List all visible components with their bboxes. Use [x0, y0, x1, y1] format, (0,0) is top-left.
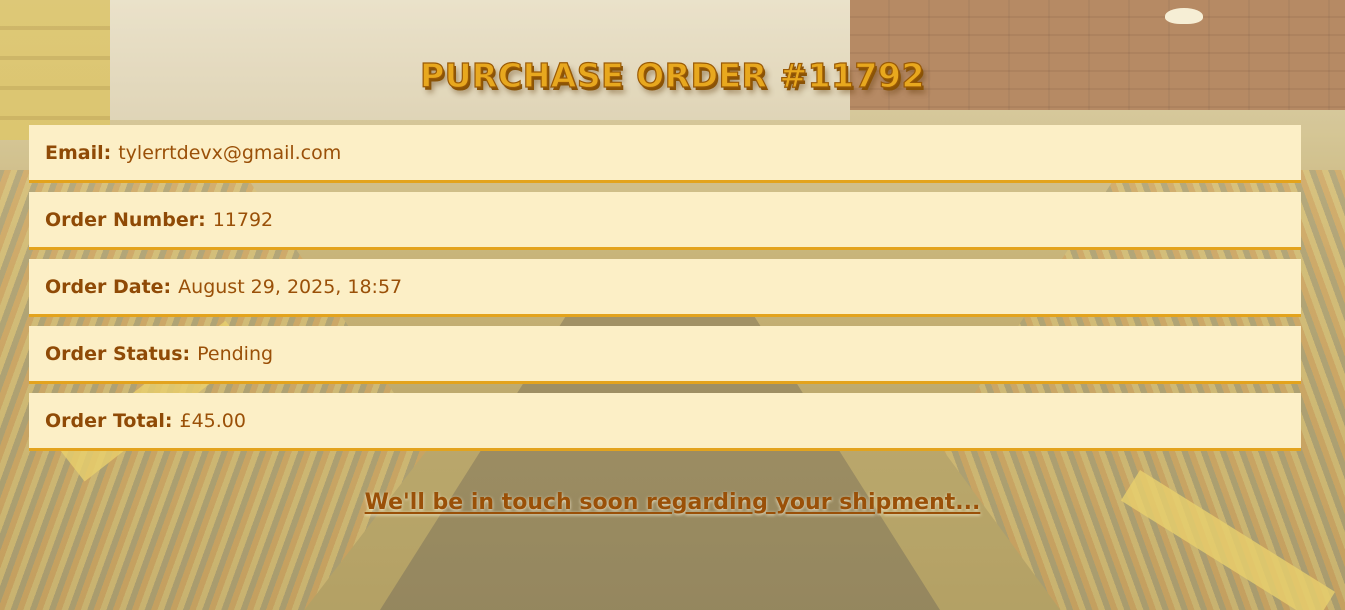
order-total-value: £45.00	[179, 409, 246, 432]
email-label: Email:	[45, 141, 112, 164]
shipment-message-link[interactable]: We'll be in touch soon regarding your sh…	[365, 490, 981, 515]
page-title: Purchase Order #11792	[419, 55, 925, 95]
footer: We'll be in touch soon regarding your sh…	[0, 490, 1345, 515]
order-row-email: Email: tylerrtdevx@gmail.com	[29, 125, 1301, 183]
order-date-value: August 29, 2025, 18:57	[178, 275, 403, 298]
order-status-value: Pending	[197, 342, 274, 365]
order-details: Email: tylerrtdevx@gmail.com Order Numbe…	[29, 125, 1301, 451]
order-number-label: Order Number:	[45, 208, 206, 231]
email-value: tylerrtdevx@gmail.com	[118, 141, 342, 164]
order-row-number: Order Number: 11792	[29, 192, 1301, 250]
order-total-label: Order Total:	[45, 409, 173, 432]
order-status-label: Order Status:	[45, 342, 191, 365]
order-row-status: Order Status: Pending	[29, 326, 1301, 384]
order-row-date: Order Date: August 29, 2025, 18:57	[29, 259, 1301, 317]
order-confirmation: Purchase Order #11792 Email: tylerrtdevx…	[0, 0, 1345, 610]
order-row-total: Order Total: £45.00	[29, 393, 1301, 451]
order-number-value: 11792	[212, 208, 274, 231]
order-date-label: Order Date:	[45, 275, 172, 298]
